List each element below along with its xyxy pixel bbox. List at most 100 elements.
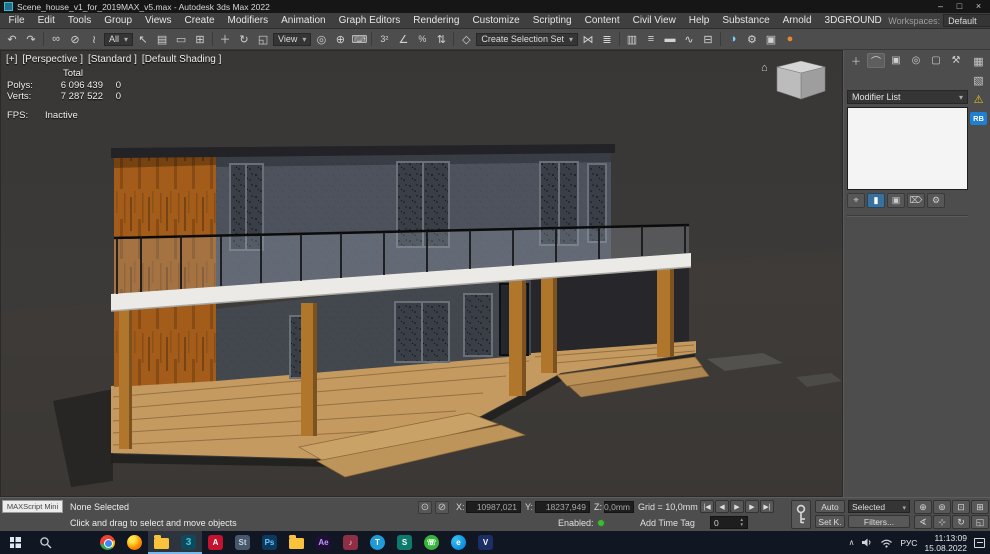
field-of-view-icon[interactable]: ∢ — [914, 515, 932, 529]
start-button[interactable] — [0, 531, 30, 554]
minimize-button[interactable]: – — [931, 0, 950, 13]
named-selection-dropdown[interactable]: Create Selection Set — [476, 33, 578, 46]
viewport-menu-standard[interactable]: [Standard ] — [88, 54, 137, 65]
select-scale-icon[interactable]: ◱ — [254, 31, 272, 48]
go-to-end-button[interactable]: ▶| — [760, 500, 774, 513]
menu-help[interactable]: Help — [682, 15, 716, 26]
taskbar-app-aftereffects[interactable]: Ae — [310, 531, 337, 554]
menu-content[interactable]: Content — [578, 15, 626, 26]
taskbar-app-photoshop[interactable]: Ps — [256, 531, 283, 554]
menu-scripting[interactable]: Scripting — [526, 15, 578, 26]
menu-modifiers[interactable]: Modifiers — [221, 15, 275, 26]
select-manipulate-icon[interactable]: ⊕ — [331, 31, 349, 48]
zoom-icon[interactable]: ⊕ — [914, 500, 932, 514]
current-frame-field[interactable]: 0 ▲▼ — [710, 516, 748, 529]
menu-edit[interactable]: Edit — [31, 15, 61, 26]
pin-stack-icon[interactable]: ⌖ — [847, 193, 865, 208]
selection-lock-icon[interactable]: ⊘ — [435, 501, 449, 514]
tab-utilities[interactable]: ⚒ — [947, 53, 965, 68]
modifier-list-dropdown[interactable]: Modifier List — [847, 90, 968, 104]
remove-modifier-icon[interactable]: ⌦ — [907, 193, 925, 208]
warning-icon[interactable]: ⚠ — [974, 93, 984, 106]
show-end-result-icon[interactable]: ▮ — [867, 193, 885, 208]
taskbar-app-acrobat[interactable]: A — [202, 531, 229, 554]
angle-snap-icon[interactable]: ∠ — [394, 31, 412, 48]
taskbar-app-whatsapp[interactable]: ☏ — [418, 531, 445, 554]
material-editor-icon[interactable]: ◑ — [724, 31, 742, 48]
dock-grid-icon[interactable]: ▦ — [973, 55, 983, 68]
viewport-menu-shading[interactable]: [Default Shading ] — [142, 54, 222, 65]
selection-region-icon[interactable]: ▭ — [172, 31, 190, 48]
menu-group[interactable]: Group — [98, 15, 139, 26]
viewcube-home-icon[interactable]: ⌂ — [761, 62, 768, 74]
select-by-name-icon[interactable]: ▤ — [153, 31, 171, 48]
tab-create[interactable]: ＋ — [847, 53, 865, 68]
orbit-icon[interactable]: ↻ — [952, 515, 970, 529]
tab-display[interactable]: ▢ — [927, 53, 945, 68]
taskbar-app-3dsmax[interactable]: 3 — [175, 531, 202, 554]
rb-plugin-badge[interactable]: RB — [970, 112, 987, 125]
z-coordinate-field[interactable]: 0,0mm — [604, 501, 634, 513]
window-crossing-icon[interactable]: ⊞ — [191, 31, 209, 48]
use-pivot-center-icon[interactable]: ◎ — [312, 31, 330, 48]
select-move-icon[interactable]: ＋ — [216, 31, 234, 48]
menu-animation[interactable]: Animation — [275, 15, 332, 26]
menu-graph-editors[interactable]: Graph Editors — [332, 15, 407, 26]
isolate-selection-icon[interactable]: ⊙ — [418, 501, 432, 514]
zoom-all-icon[interactable]: ⊚ — [933, 500, 951, 514]
menu-create[interactable]: Create — [178, 15, 221, 26]
set-key-button[interactable]: Set K. — [815, 515, 845, 528]
undo-icon[interactable]: ↶ — [3, 31, 21, 48]
named-sets-icon[interactable]: ◇ — [457, 31, 475, 48]
viewport-menu-pov[interactable]: [Perspective ] — [22, 54, 83, 65]
key-filters-button[interactable]: Filters... — [848, 515, 910, 528]
perspective-viewport[interactable]: ⌂ [+] [Perspective ] [Standard ] [Defaul… — [0, 50, 843, 497]
taskbar-app-media[interactable]: ♪ — [337, 531, 364, 554]
y-coordinate-field[interactable]: 18237,949 — [535, 501, 590, 513]
previous-frame-button[interactable]: ◀ — [715, 500, 729, 513]
render-production-icon[interactable]: ● — [781, 31, 799, 48]
taskbar-clock[interactable]: 11:13:09 15.08.2022 — [924, 533, 967, 553]
menu-customize[interactable]: Customize — [466, 15, 526, 26]
menu-views[interactable]: Views — [139, 15, 179, 26]
align-icon[interactable]: ≣ — [598, 31, 616, 48]
curve-editor-icon[interactable]: ∿ — [680, 31, 698, 48]
spinner-snap-icon[interactable]: ⇅ — [432, 31, 450, 48]
dock-layers-icon[interactable]: ▧ — [973, 74, 983, 87]
tray-chevron-icon[interactable]: ∧ — [849, 538, 855, 547]
maximize-viewport-icon[interactable]: ◱ — [971, 515, 989, 529]
taskbar-app-vlc[interactable]: V — [472, 531, 499, 554]
taskbar-app-folder[interactable] — [283, 531, 310, 554]
selection-filter-dropdown[interactable]: All — [104, 33, 133, 46]
language-indicator[interactable]: РУС — [900, 538, 917, 548]
redo-icon[interactable]: ↷ — [22, 31, 40, 48]
taskbar-app-telegram[interactable]: T — [364, 531, 391, 554]
menu-tools[interactable]: Tools — [61, 15, 97, 26]
add-time-tag[interactable]: Add Time Tag — [640, 518, 695, 528]
taskbar-app-substance[interactable]: S — [391, 531, 418, 554]
menu-arnold[interactable]: Arnold — [776, 15, 818, 26]
menu-rendering[interactable]: Rendering — [407, 15, 466, 26]
taskbar-app-stock[interactable]: St — [229, 531, 256, 554]
pan-view-icon[interactable]: ⊹ — [933, 515, 951, 529]
speaker-icon[interactable] — [861, 537, 873, 548]
play-button[interactable]: ▶ — [730, 500, 744, 513]
reference-coordinate-dropdown[interactable]: View — [273, 33, 311, 46]
select-link-icon[interactable]: ∞ — [47, 31, 65, 48]
unlink-selection-icon[interactable]: ⊘ — [66, 31, 84, 48]
tab-modify[interactable]: ⌒ — [867, 53, 885, 68]
rendered-frame-icon[interactable]: ▣ — [762, 31, 780, 48]
taskbar-app-explorer[interactable] — [148, 531, 175, 554]
maxscript-mini-listener[interactable]: MAXScript Mini — [2, 500, 63, 513]
action-center-icon[interactable] — [974, 538, 985, 548]
auto-key-button[interactable]: Auto — [815, 500, 845, 513]
make-unique-icon[interactable]: ▣ — [887, 193, 905, 208]
percent-snap-icon[interactable]: % — [413, 31, 431, 48]
menu-file[interactable]: File — [2, 15, 31, 26]
select-object-icon[interactable]: ↖ — [134, 31, 152, 48]
taskbar-app-chrome[interactable] — [94, 531, 121, 554]
tab-motion[interactable]: ◎ — [907, 53, 925, 68]
wifi-icon[interactable] — [880, 538, 893, 548]
viewport-menu-general[interactable]: [+] — [6, 54, 17, 65]
key-selection-set-dropdown[interactable]: Selected — [848, 500, 910, 513]
